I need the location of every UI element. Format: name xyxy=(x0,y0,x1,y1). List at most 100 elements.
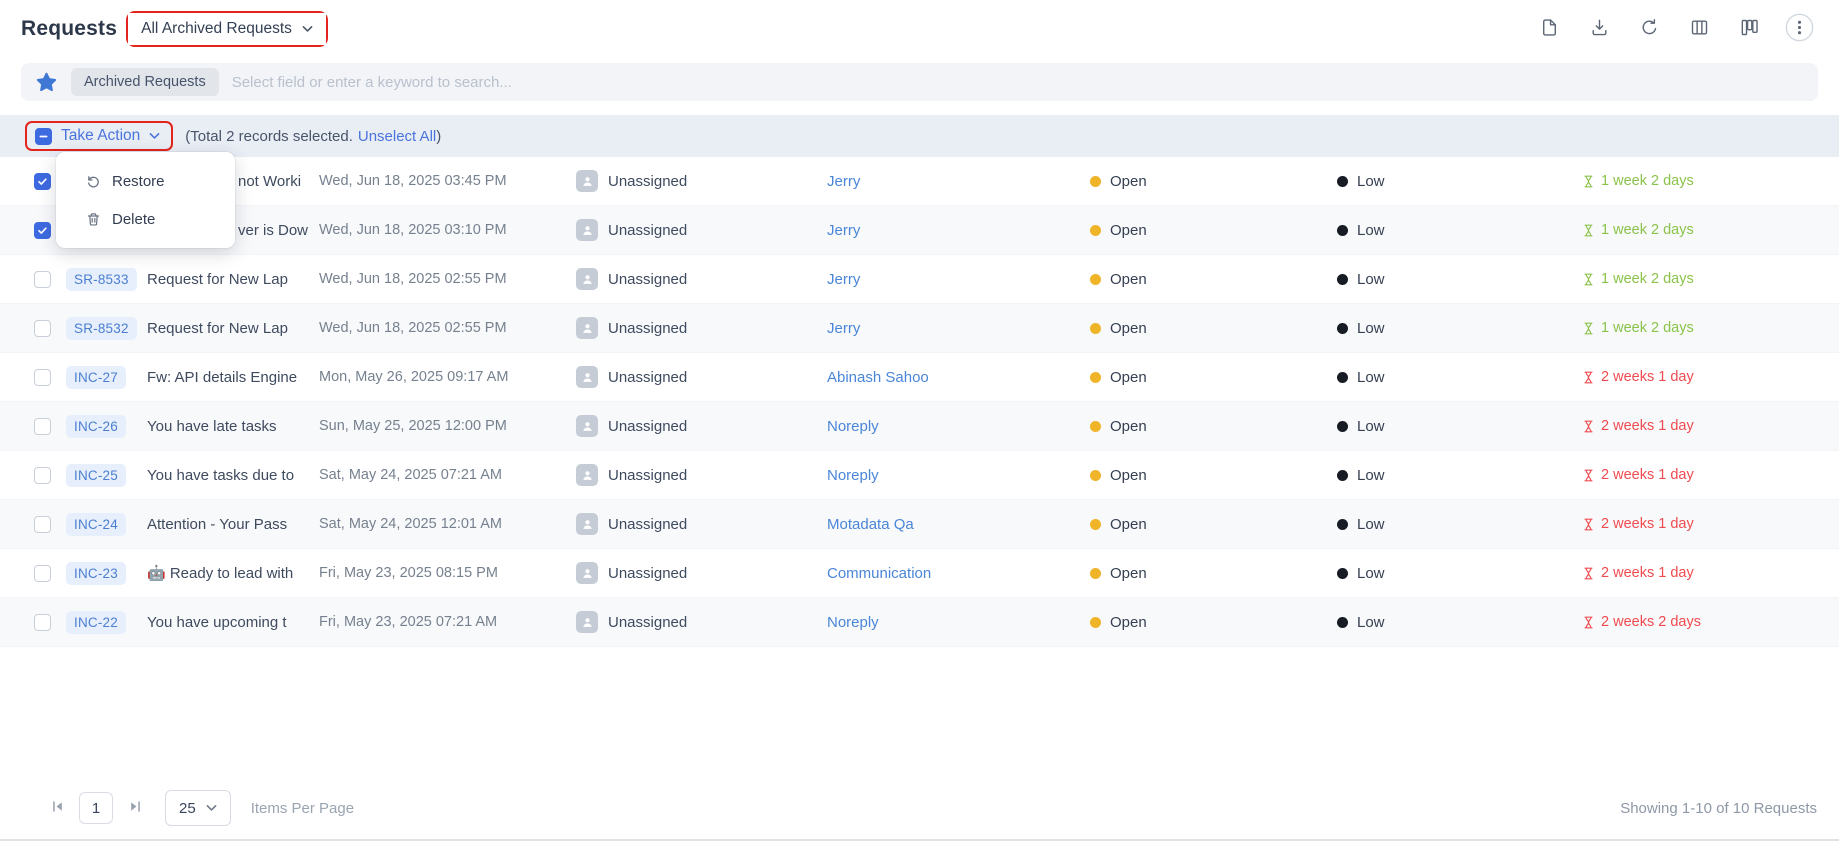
technician-name: Unassigned xyxy=(608,173,687,190)
row-checkbox[interactable] xyxy=(34,467,51,484)
requester-link[interactable]: Motadata Qa xyxy=(827,516,914,533)
request-subject[interactable]: You have upcoming t xyxy=(140,598,312,646)
menu-item-delete[interactable]: Delete xyxy=(56,200,235,238)
menu-item-label: Delete xyxy=(112,211,155,228)
request-date: Sat, May 24, 2025 12:01 AM xyxy=(312,500,570,548)
request-subject[interactable]: Fw: API details Engine xyxy=(140,353,312,401)
status-cell: Open xyxy=(1080,549,1330,597)
request-subject[interactable]: You have tasks due to xyxy=(140,451,312,499)
row-checkbox[interactable] xyxy=(34,173,51,190)
request-date: Fri, May 23, 2025 08:15 PM xyxy=(312,549,570,597)
due-label: 1 week 2 days xyxy=(1601,173,1694,189)
requester-link[interactable]: Jerry xyxy=(827,271,860,288)
requester-link[interactable]: Jerry xyxy=(827,173,860,190)
page-size-dropdown[interactable]: 25 xyxy=(165,790,231,826)
request-id-chip[interactable]: INC-22 xyxy=(66,611,126,634)
current-page-button[interactable]: 1 xyxy=(79,792,113,824)
row-checkbox[interactable] xyxy=(34,271,51,288)
requests-page: Requests All Archived Requests xyxy=(0,0,1839,841)
view-selector-dropdown[interactable]: All Archived Requests xyxy=(128,13,326,45)
status-dot xyxy=(1090,323,1101,334)
search-input[interactable] xyxy=(232,74,1804,91)
row-checkbox[interactable] xyxy=(34,565,51,582)
take-action-button[interactable]: Take Action xyxy=(27,123,171,149)
priority-cell: Low xyxy=(1330,255,1575,303)
requester-link[interactable]: Jerry xyxy=(827,320,860,337)
technician-name: Unassigned xyxy=(608,516,687,533)
kanban-view-button[interactable] xyxy=(1735,14,1764,44)
priority-dot xyxy=(1337,225,1348,236)
priority-dot xyxy=(1337,323,1348,334)
requester-link[interactable]: Noreply xyxy=(827,418,879,435)
table-row[interactable]: INC-23 🤖 Ready to lead withFri, May 23, 2… xyxy=(0,549,1839,598)
table-row[interactable]: ver is DowWed, Jun 18, 2025 03:10 PMUnas… xyxy=(0,206,1839,255)
status-label: Open xyxy=(1110,418,1147,435)
status-dot xyxy=(1090,617,1101,628)
last-page-button[interactable] xyxy=(125,799,145,817)
due-cell: 2 weeks 1 day xyxy=(1575,500,1839,548)
select-all-checkbox[interactable] xyxy=(35,128,52,145)
hourglass-icon xyxy=(1583,175,1594,188)
request-id-chip[interactable]: INC-25 xyxy=(66,464,126,487)
favorite-star-icon[interactable] xyxy=(35,71,58,94)
request-subject[interactable]: You have late tasks xyxy=(140,402,312,450)
requester-link[interactable]: Noreply xyxy=(827,614,879,631)
status-label: Open xyxy=(1110,222,1147,239)
request-subject[interactable]: Request for New Lap xyxy=(140,304,312,352)
table-row[interactable]: INC-25You have tasks due toSat, May 24, … xyxy=(0,451,1839,500)
first-page-button[interactable] xyxy=(47,799,67,817)
request-id-chip[interactable]: INC-26 xyxy=(66,415,126,438)
row-checkbox[interactable] xyxy=(34,320,51,337)
row-checkbox[interactable] xyxy=(34,614,51,631)
status-label: Open xyxy=(1110,173,1147,190)
status-dot xyxy=(1090,421,1101,432)
request-id-chip[interactable]: INC-23 xyxy=(66,562,126,585)
export-button[interactable] xyxy=(1535,14,1564,44)
request-subject[interactable]: Attention - Your Pass xyxy=(140,500,312,548)
menu-item-restore[interactable]: Restore xyxy=(56,162,235,200)
priority-dot xyxy=(1337,176,1348,187)
column-settings-button[interactable] xyxy=(1685,14,1714,44)
table-row[interactable]: INC-26You have late tasksSun, May 25, 20… xyxy=(0,402,1839,451)
row-checkbox[interactable] xyxy=(34,222,51,239)
more-options-button[interactable] xyxy=(1785,14,1814,44)
technician-cell: Unassigned xyxy=(570,500,810,548)
priority-dot xyxy=(1337,519,1348,530)
request-subject[interactable]: 🤖 Ready to lead with xyxy=(140,549,312,597)
table-row[interactable]: INC-24 Attention - Your PassSat, May 24, … xyxy=(0,500,1839,549)
technician-name: Unassigned xyxy=(608,369,687,386)
due-cell: 1 week 2 days xyxy=(1575,255,1839,303)
request-subject[interactable]: Request for New Lap xyxy=(140,255,312,303)
request-id-chip[interactable]: INC-27 xyxy=(66,366,126,389)
request-id-chip[interactable]: SR-8533 xyxy=(66,268,137,291)
requester-link[interactable]: Jerry xyxy=(827,222,860,239)
table-row[interactable]: INC-27Fw: API details EngineMon, May 26,… xyxy=(0,353,1839,402)
row-checkbox[interactable] xyxy=(34,516,51,533)
table-row[interactable]: INC-22You have upcoming tFri, May 23, 20… xyxy=(0,598,1839,647)
due-cell: 2 weeks 2 days xyxy=(1575,598,1839,646)
requester-link[interactable]: Communication xyxy=(827,565,931,582)
status-label: Open xyxy=(1110,614,1147,631)
table-row[interactable]: SR-8533Request for New LapWed, Jun 18, 2… xyxy=(0,255,1839,304)
status-cell: Open xyxy=(1080,206,1330,254)
priority-dot xyxy=(1337,568,1348,579)
priority-cell: Low xyxy=(1330,549,1575,597)
status-cell: Open xyxy=(1080,402,1330,450)
items-per-page-label: Items Per Page xyxy=(251,800,354,817)
table-row[interactable]: SR-8532Request for New LapWed, Jun 18, 2… xyxy=(0,304,1839,353)
hourglass-icon xyxy=(1583,518,1594,531)
unselect-all-link[interactable]: Unselect All xyxy=(358,128,436,145)
refresh-button[interactable] xyxy=(1635,14,1664,44)
table-row[interactable]: not WorkiWed, Jun 18, 2025 03:45 PMUnass… xyxy=(0,157,1839,206)
filter-chip[interactable]: Archived Requests xyxy=(71,68,219,96)
requester-link[interactable]: Abinash Sahoo xyxy=(827,369,929,386)
requester-link[interactable]: Noreply xyxy=(827,467,879,484)
row-checkbox[interactable] xyxy=(34,418,51,435)
user-avatar-icon xyxy=(576,464,598,486)
row-checkbox[interactable] xyxy=(34,369,51,386)
status-label: Open xyxy=(1110,467,1147,484)
request-id-chip[interactable]: INC-24 xyxy=(66,513,126,536)
request-id-chip[interactable]: SR-8532 xyxy=(66,317,137,340)
download-button[interactable] xyxy=(1585,14,1614,44)
priority-cell: Low xyxy=(1330,500,1575,548)
